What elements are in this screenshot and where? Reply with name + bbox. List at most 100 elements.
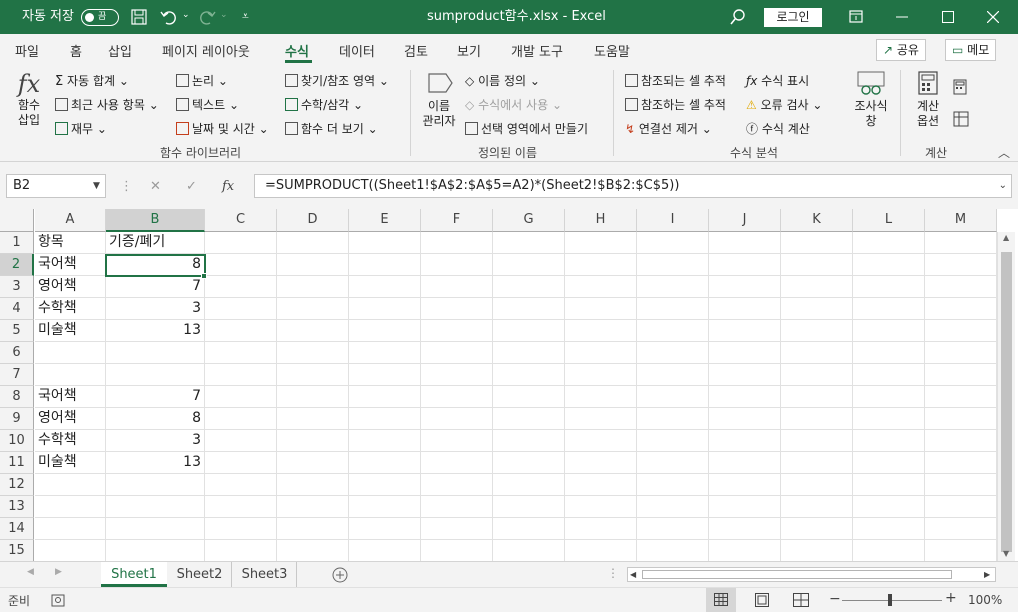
cell-e10[interactable]	[349, 430, 421, 452]
cell-j6[interactable]	[709, 342, 781, 364]
cell-h7[interactable]	[565, 364, 637, 386]
cell-a8[interactable]: 국어책	[35, 386, 106, 408]
cell-a14[interactable]	[35, 518, 106, 540]
column-header-e[interactable]: E	[349, 209, 421, 232]
cell-m9[interactable]	[925, 408, 997, 430]
vertical-scroll-thumb[interactable]	[1001, 252, 1012, 552]
math-button[interactable]: 수학/삼각 ⌄	[285, 96, 363, 113]
calculate-sheet-icon[interactable]	[953, 111, 969, 127]
evaluate-formula-button[interactable]: ⓕ 수식 계산	[746, 120, 810, 137]
cell-k12[interactable]	[781, 474, 853, 496]
row-header-4[interactable]: 4	[0, 298, 34, 320]
cell-e11[interactable]	[349, 452, 421, 474]
sheet-tab-1[interactable]: Sheet1	[101, 562, 167, 587]
cell-k2[interactable]	[781, 254, 853, 276]
cell-f12[interactable]	[421, 474, 493, 496]
formula-input[interactable]: =SUMPRODUCT((Sheet1!$A$2:$A$5=A2)*(Sheet…	[254, 174, 1012, 198]
share-button[interactable]: ↗ 공유	[876, 39, 926, 61]
cell-b7[interactable]	[106, 364, 205, 386]
cell-j8[interactable]	[709, 386, 781, 408]
cell-k14[interactable]	[781, 518, 853, 540]
cell-c3[interactable]	[205, 276, 277, 298]
zoom-slider-track[interactable]	[842, 600, 942, 601]
row-header-11[interactable]: 11	[0, 452, 34, 474]
cell-d3[interactable]	[277, 276, 349, 298]
cell-a13[interactable]	[35, 496, 106, 518]
watch-window-button[interactable]: 조사식 창	[848, 70, 894, 142]
cell-b13[interactable]	[106, 496, 205, 518]
cell-m5[interactable]	[925, 320, 997, 342]
cell-a11[interactable]: 미술책	[35, 452, 106, 474]
scroll-up-icon[interactable]: ▲	[1003, 233, 1009, 242]
cell-g14[interactable]	[493, 518, 565, 540]
cell-e1[interactable]	[349, 232, 421, 254]
zoom-out-icon[interactable]: −	[829, 591, 841, 607]
cell-d5[interactable]	[277, 320, 349, 342]
cell-i15[interactable]	[637, 540, 709, 561]
cell-l4[interactable]	[853, 298, 925, 320]
define-name-button[interactable]: ◇ 이름 정의 ⌄	[465, 72, 540, 89]
cell-k11[interactable]	[781, 452, 853, 474]
cell-l8[interactable]	[853, 386, 925, 408]
cell-f3[interactable]	[421, 276, 493, 298]
cell-e8[interactable]	[349, 386, 421, 408]
cell-i4[interactable]	[637, 298, 709, 320]
cell-l2[interactable]	[853, 254, 925, 276]
cell-g10[interactable]	[493, 430, 565, 452]
cell-f10[interactable]	[421, 430, 493, 452]
cell-f7[interactable]	[421, 364, 493, 386]
cell-c14[interactable]	[205, 518, 277, 540]
cell-j5[interactable]	[709, 320, 781, 342]
cell-h4[interactable]	[565, 298, 637, 320]
create-from-selection-button[interactable]: 선택 영역에서 만들기	[465, 120, 588, 137]
cell-m8[interactable]	[925, 386, 997, 408]
cell-g11[interactable]	[493, 452, 565, 474]
cell-a10[interactable]: 수학책	[35, 430, 106, 452]
select-all-corner[interactable]	[0, 209, 34, 232]
cell-c6[interactable]	[205, 342, 277, 364]
cell-a1[interactable]: 항목	[35, 232, 106, 254]
cell-g8[interactable]	[493, 386, 565, 408]
cell-d7[interactable]	[277, 364, 349, 386]
tab-insert[interactable]: 삽입	[108, 41, 132, 60]
cell-j12[interactable]	[709, 474, 781, 496]
cell-l3[interactable]	[853, 276, 925, 298]
cell-h14[interactable]	[565, 518, 637, 540]
cell-c9[interactable]	[205, 408, 277, 430]
cell-j7[interactable]	[709, 364, 781, 386]
column-header-c[interactable]: C	[205, 209, 277, 232]
cell-b3[interactable]: 7	[106, 276, 205, 298]
cell-b10[interactable]: 3	[106, 430, 205, 452]
cell-j3[interactable]	[709, 276, 781, 298]
cell-j14[interactable]	[709, 518, 781, 540]
accessibility-icon[interactable]	[51, 594, 65, 607]
cell-e3[interactable]	[349, 276, 421, 298]
cell-f5[interactable]	[421, 320, 493, 342]
cell-k5[interactable]	[781, 320, 853, 342]
horizontal-scrollbar[interactable]: ◀ ▶	[627, 567, 996, 582]
cell-g13[interactable]	[493, 496, 565, 518]
cell-h1[interactable]	[565, 232, 637, 254]
cell-d14[interactable]	[277, 518, 349, 540]
undo-dropdown-icon[interactable]: ⌄	[182, 10, 190, 20]
cell-e14[interactable]	[349, 518, 421, 540]
insert-fx-icon[interactable]: fx	[222, 179, 234, 194]
tab-data[interactable]: 데이터	[339, 41, 375, 60]
cell-f14[interactable]	[421, 518, 493, 540]
page-layout-view-icon[interactable]	[755, 593, 769, 607]
cancel-icon[interactable]: ✕	[150, 179, 161, 194]
cell-a4[interactable]: 수학책	[35, 298, 106, 320]
cell-l12[interactable]	[853, 474, 925, 496]
cell-j13[interactable]	[709, 496, 781, 518]
cell-m7[interactable]	[925, 364, 997, 386]
horizontal-scroll-thumb[interactable]	[642, 570, 952, 579]
cell-b12[interactable]	[106, 474, 205, 496]
cell-b9[interactable]: 8	[106, 408, 205, 430]
cell-h5[interactable]	[565, 320, 637, 342]
cell-l10[interactable]	[853, 430, 925, 452]
cell-i5[interactable]	[637, 320, 709, 342]
cell-e12[interactable]	[349, 474, 421, 496]
cell-j10[interactable]	[709, 430, 781, 452]
cell-f4[interactable]	[421, 298, 493, 320]
cell-e15[interactable]	[349, 540, 421, 561]
